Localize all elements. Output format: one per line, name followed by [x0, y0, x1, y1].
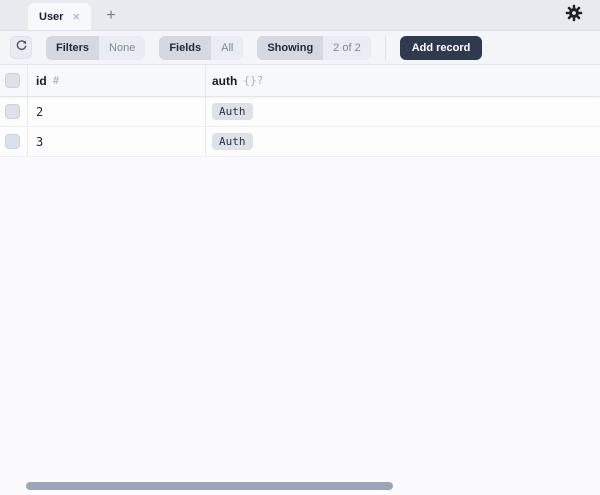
row-checkbox[interactable]	[5, 134, 20, 149]
cell-id[interactable]: 3	[28, 127, 206, 156]
grid-header-row: id # auth {}?	[0, 65, 600, 97]
column-name-auth: auth	[212, 74, 237, 88]
new-tab-button[interactable]: +	[101, 6, 121, 26]
id-value: 2	[36, 105, 43, 119]
tab-bar: User × +	[0, 0, 600, 31]
showing-control[interactable]: Showing 2 of 2	[257, 36, 370, 60]
refresh-icon	[15, 39, 28, 57]
auth-relation-badge[interactable]: Auth	[212, 103, 253, 120]
filters-control[interactable]: Filters None	[46, 36, 145, 60]
table-row: 2 Auth	[0, 97, 600, 127]
cell-auth[interactable]: Auth	[206, 127, 600, 156]
row-checkbox-cell	[0, 97, 28, 126]
fields-value: All	[211, 36, 243, 60]
gear-icon	[565, 4, 583, 27]
refresh-button[interactable]	[10, 36, 32, 59]
fields-label: Fields	[159, 36, 211, 60]
filters-value: None	[99, 36, 145, 60]
column-name-id: id	[36, 74, 47, 88]
horizontal-scrollbar-thumb[interactable]	[26, 482, 393, 490]
column-type-id: #	[53, 74, 60, 87]
id-value: 3	[36, 135, 43, 149]
toolbar: Filters None Fields All Showing 2 of 2 A…	[0, 31, 600, 65]
cell-auth[interactable]: Auth	[206, 97, 600, 126]
auth-relation-badge[interactable]: Auth	[212, 133, 253, 150]
filters-label: Filters	[46, 36, 99, 60]
close-tab-icon[interactable]: ×	[72, 10, 80, 23]
app-window: User × +	[0, 0, 600, 495]
showing-label: Showing	[257, 36, 323, 60]
cell-id[interactable]: 2	[28, 97, 206, 126]
settings-button[interactable]	[564, 5, 584, 25]
showing-value: 2 of 2	[323, 36, 371, 60]
column-header-auth[interactable]: auth {}?	[206, 65, 600, 96]
table-row: 3 Auth	[0, 127, 600, 157]
tab-user-label: User	[39, 11, 63, 23]
column-type-auth: {}?	[243, 74, 263, 87]
fields-control[interactable]: Fields All	[159, 36, 243, 60]
data-grid: id # auth {}? 2 Auth 3	[0, 65, 600, 157]
tab-user[interactable]: User ×	[28, 3, 91, 30]
toolbar-divider	[385, 36, 386, 60]
column-header-id[interactable]: id #	[28, 65, 206, 96]
row-checkbox-cell	[0, 127, 28, 156]
header-checkbox-cell	[0, 65, 28, 96]
row-checkbox[interactable]	[5, 104, 20, 119]
add-record-button[interactable]: Add record	[400, 36, 483, 60]
select-all-checkbox[interactable]	[5, 73, 20, 88]
